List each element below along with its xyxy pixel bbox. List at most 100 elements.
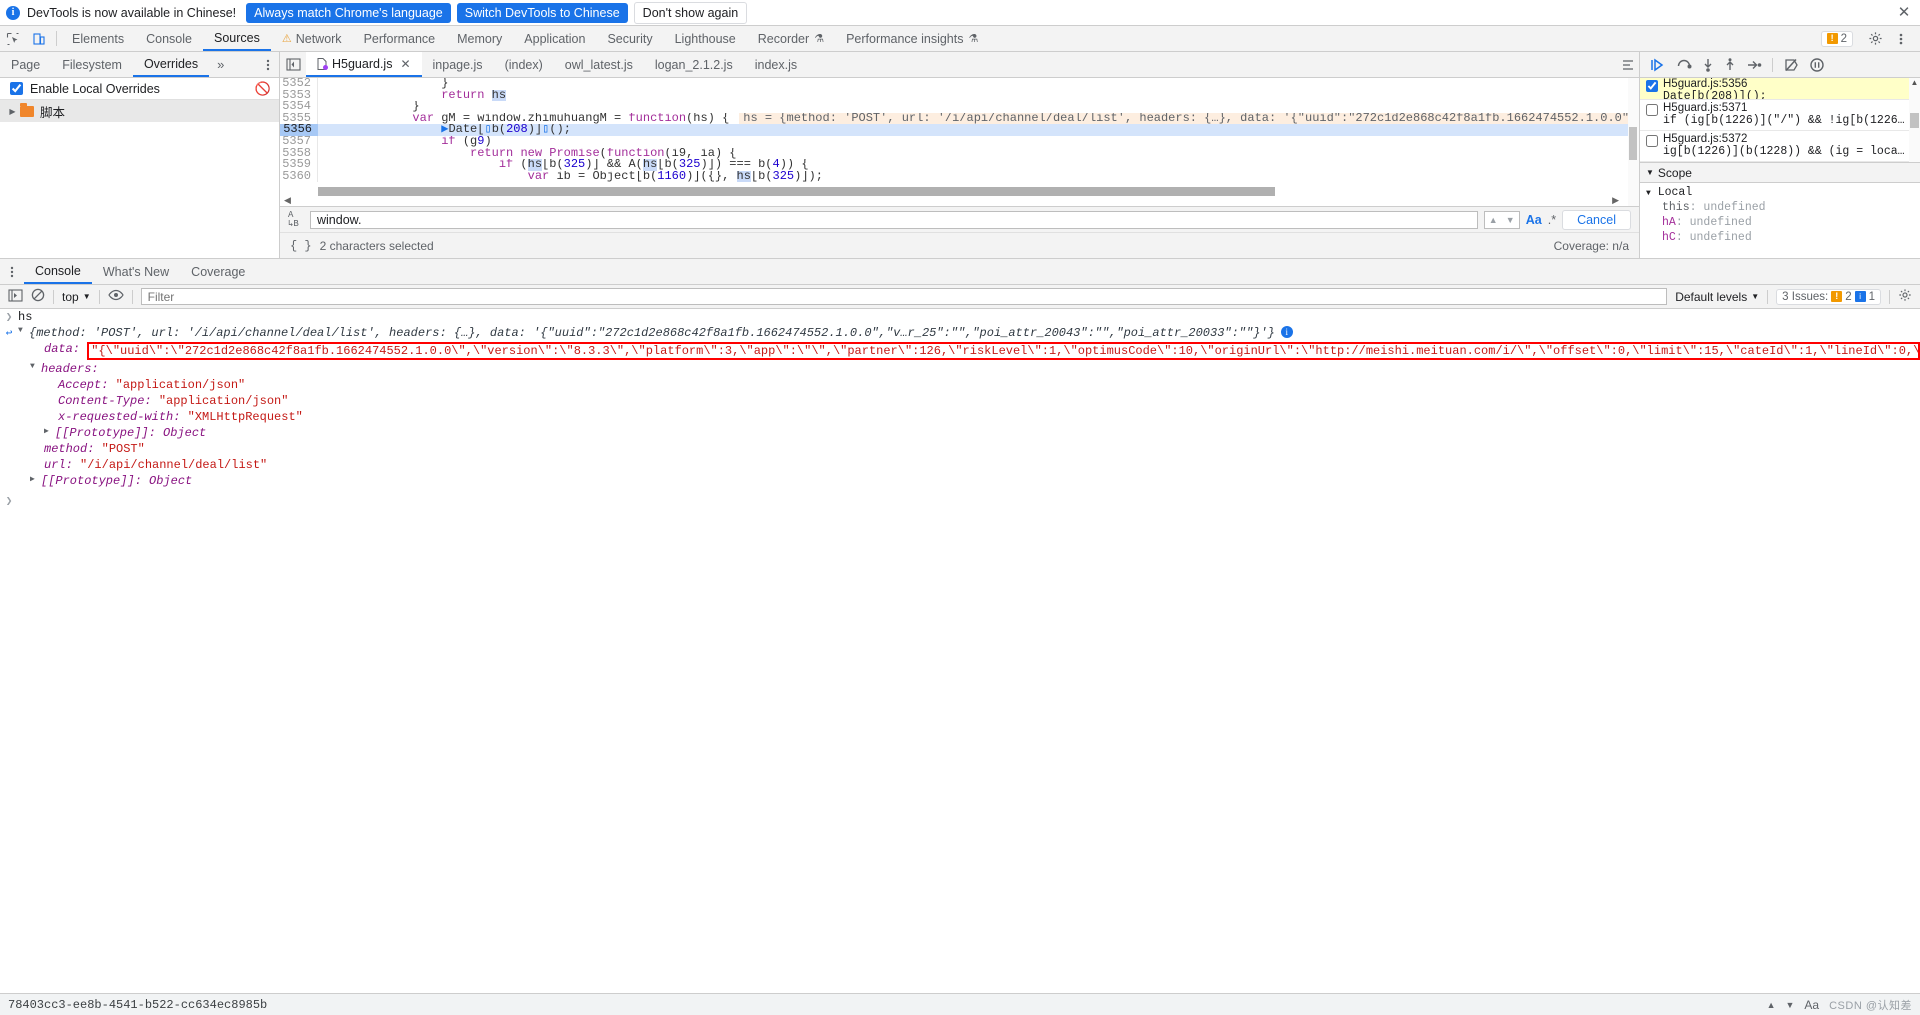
- scope-group-local[interactable]: ▼ Local: [1640, 185, 1920, 200]
- editor-tab-logan-js[interactable]: logan_2.1.2.js: [644, 52, 744, 77]
- pause-on-exceptions-button[interactable]: [1809, 57, 1825, 72]
- tab-application[interactable]: Application: [513, 26, 596, 51]
- device-toolbar-icon[interactable]: [26, 26, 52, 51]
- editor-tab-h5guard-js[interactable]: H5guard.js ✕: [306, 52, 422, 77]
- breakpoint-item[interactable]: H5guard.js:5356 Date[b(208)]();: [1640, 78, 1920, 100]
- tab-performance[interactable]: Performance: [353, 26, 447, 51]
- scope-variable-row[interactable]: hC: undefined: [1640, 230, 1920, 245]
- chevron-down-icon[interactable]: ▼: [1502, 212, 1519, 228]
- regex-button[interactable]: .*: [1548, 213, 1556, 227]
- chevron-double-right-icon[interactable]: »: [209, 52, 232, 77]
- always-match-chrome-language-button[interactable]: Always match Chrome's language: [246, 2, 451, 23]
- chevron-up-icon[interactable]: ▲: [1767, 1000, 1776, 1010]
- triangle-right-icon[interactable]: ▶: [6, 107, 19, 116]
- tab-security[interactable]: Security: [596, 26, 663, 51]
- execution-context-selector[interactable]: top ▼: [62, 290, 91, 304]
- editor-tab-index[interactable]: (index): [494, 52, 554, 77]
- tab-recorder[interactable]: Recorder ⚗: [747, 26, 835, 51]
- breakpoint-checkbox[interactable]: [1646, 104, 1658, 116]
- step-into-button[interactable]: [1702, 58, 1714, 72]
- code-line[interactable]: 5355 var gM = window.zhimuhuangM = funct…: [280, 112, 1639, 125]
- console-log-levels-selector[interactable]: Default levels ▼: [1675, 290, 1759, 304]
- live-expression-icon[interactable]: [107, 289, 124, 304]
- tab-console[interactable]: Console: [135, 26, 203, 51]
- tab-network[interactable]: ⚠ Network: [271, 26, 353, 51]
- editor-tab-owl-latest-js[interactable]: owl_latest.js: [554, 52, 644, 77]
- issues-counter-badge[interactable]: ! 2: [1820, 30, 1853, 47]
- triangle-down-icon[interactable]: ▼: [30, 362, 41, 371]
- curly-braces-icon[interactable]: { }: [290, 239, 312, 253]
- scope-section-header[interactable]: ▼ Scope: [1640, 163, 1920, 183]
- console-property-url[interactable]: url: "/i/api/channel/deal/list": [0, 457, 1920, 473]
- match-case-button[interactable]: Aa: [1804, 998, 1819, 1012]
- console-property-method[interactable]: method: "POST": [0, 441, 1920, 457]
- console-header-row[interactable]: Accept: "application/json": [0, 377, 1920, 393]
- step-button[interactable]: [1746, 58, 1762, 72]
- inspect-element-icon[interactable]: [0, 26, 26, 51]
- step-out-button[interactable]: [1724, 57, 1736, 72]
- tab-memory[interactable]: Memory: [446, 26, 513, 51]
- breakpoint-checkbox[interactable]: [1646, 80, 1658, 92]
- breakpoints-scrollbar[interactable]: ▲: [1909, 78, 1920, 162]
- console-input-line[interactable]: ❯ hs: [0, 309, 1920, 325]
- tab-elements[interactable]: Elements: [61, 26, 135, 51]
- gear-icon[interactable]: [1898, 288, 1912, 305]
- code-line[interactable]: 5360 var ib = Object[b(1160)]({}, hs[b(3…: [280, 170, 1639, 183]
- drawer-tab-whats-new[interactable]: What's New: [92, 259, 180, 284]
- editor-tab-inpage-js[interactable]: inpage.js: [422, 52, 494, 77]
- enable-local-overrides-row[interactable]: Enable Local Overrides 🚫: [0, 78, 279, 100]
- chevron-left-icon[interactable]: ◀: [284, 195, 291, 206]
- nav-tab-page[interactable]: Page: [0, 52, 51, 77]
- dont-show-again-button[interactable]: Don't show again: [633, 1, 748, 24]
- triangle-right-icon[interactable]: ▶: [44, 426, 55, 436]
- breakpoint-item[interactable]: H5guard.js:5372 ig[b(1226)](b(1228)) && …: [1640, 131, 1920, 162]
- editor-vertical-scrollbar[interactable]: [1628, 78, 1639, 206]
- tab-lighthouse[interactable]: Lighthouse: [664, 26, 747, 51]
- code-line[interactable]: 5357 if (g9): [280, 135, 1639, 148]
- drawer-tab-coverage[interactable]: Coverage: [180, 259, 256, 284]
- breakpoint-item[interactable]: H5guard.js:5371 if (ig[b(1226)]("/") && …: [1640, 100, 1920, 131]
- console-result-row[interactable]: ↩ ▼ {method: 'POST', url: '/i/api/channe…: [0, 325, 1920, 341]
- code-line[interactable]: 5352 }: [280, 78, 1639, 90]
- editor-tab-index-js[interactable]: index.js: [744, 52, 808, 77]
- scope-variable-row[interactable]: this: undefined: [1640, 200, 1920, 215]
- console-header-row[interactable]: Content-Type: "application/json": [0, 393, 1920, 409]
- code-line[interactable]: 5358 return new Promise(function(i9, ia)…: [280, 147, 1639, 160]
- console-issues-badge[interactable]: 3 Issues: ! 2 i 1: [1776, 288, 1881, 305]
- search-input[interactable]: [310, 210, 1478, 229]
- console-header-row[interactable]: x-requested-with: "XMLHttpRequest": [0, 409, 1920, 425]
- nav-tab-overrides[interactable]: Overrides: [132, 52, 210, 77]
- triangle-right-icon[interactable]: ▶: [30, 474, 41, 484]
- console-property-headers[interactable]: ▼ headers:: [0, 361, 1920, 377]
- scrollbar-thumb[interactable]: [1629, 126, 1637, 160]
- replace-icon[interactable]: A ↳B: [288, 210, 304, 229]
- switch-devtools-to-chinese-button[interactable]: Switch DevTools to Chinese: [456, 2, 628, 23]
- nav-tab-filesystem[interactable]: Filesystem: [51, 52, 133, 77]
- info-icon[interactable]: i: [1280, 326, 1293, 338]
- tab-performance-insights[interactable]: Performance insights ⚗: [835, 26, 989, 51]
- overrides-folder-row[interactable]: ▶ 脚本: [0, 100, 279, 122]
- more-vertical-icon[interactable]: [0, 259, 24, 284]
- more-vertical-icon[interactable]: [257, 52, 279, 77]
- console-property-data[interactable]: data: "{\"uuid\":\"272c1d2e868c42f8a1fb.…: [0, 341, 1920, 361]
- console-prototype-row[interactable]: ▶ [[Prototype]]: Object: [0, 425, 1920, 441]
- chevron-up-icon[interactable]: ▲: [1485, 212, 1502, 228]
- resume-script-button[interactable]: [1650, 58, 1666, 72]
- chevron-down-icon[interactable]: ▼: [1785, 1000, 1794, 1010]
- console-filter-input[interactable]: [140, 288, 1668, 305]
- triangle-down-icon[interactable]: ▼: [18, 326, 29, 335]
- code-line[interactable]: 5353 return hs: [280, 89, 1639, 102]
- close-icon[interactable]: ✕: [1896, 4, 1912, 21]
- drawer-tab-console[interactable]: Console: [24, 259, 92, 284]
- more-vertical-icon[interactable]: [1888, 32, 1914, 46]
- console-sidebar-icon[interactable]: [8, 288, 23, 305]
- code-line-execution-point[interactable]: 5356 ▶Date[▯b(208)]▯();: [280, 124, 1639, 136]
- code-line[interactable]: 5359 if (hs[b(325)] && A(hs[b(325)]) ===…: [280, 158, 1639, 171]
- scrollbar-thumb[interactable]: [1910, 113, 1919, 129]
- deactivate-breakpoints-button[interactable]: [1783, 58, 1799, 72]
- tab-sources[interactable]: Sources: [202, 26, 271, 51]
- step-over-button[interactable]: [1676, 58, 1692, 72]
- code-line[interactable]: 5354 }: [280, 100, 1639, 113]
- clear-overrides-icon[interactable]: 🚫: [255, 81, 271, 97]
- console-prototype-row[interactable]: ▶ [[Prototype]]: Object: [0, 473, 1920, 489]
